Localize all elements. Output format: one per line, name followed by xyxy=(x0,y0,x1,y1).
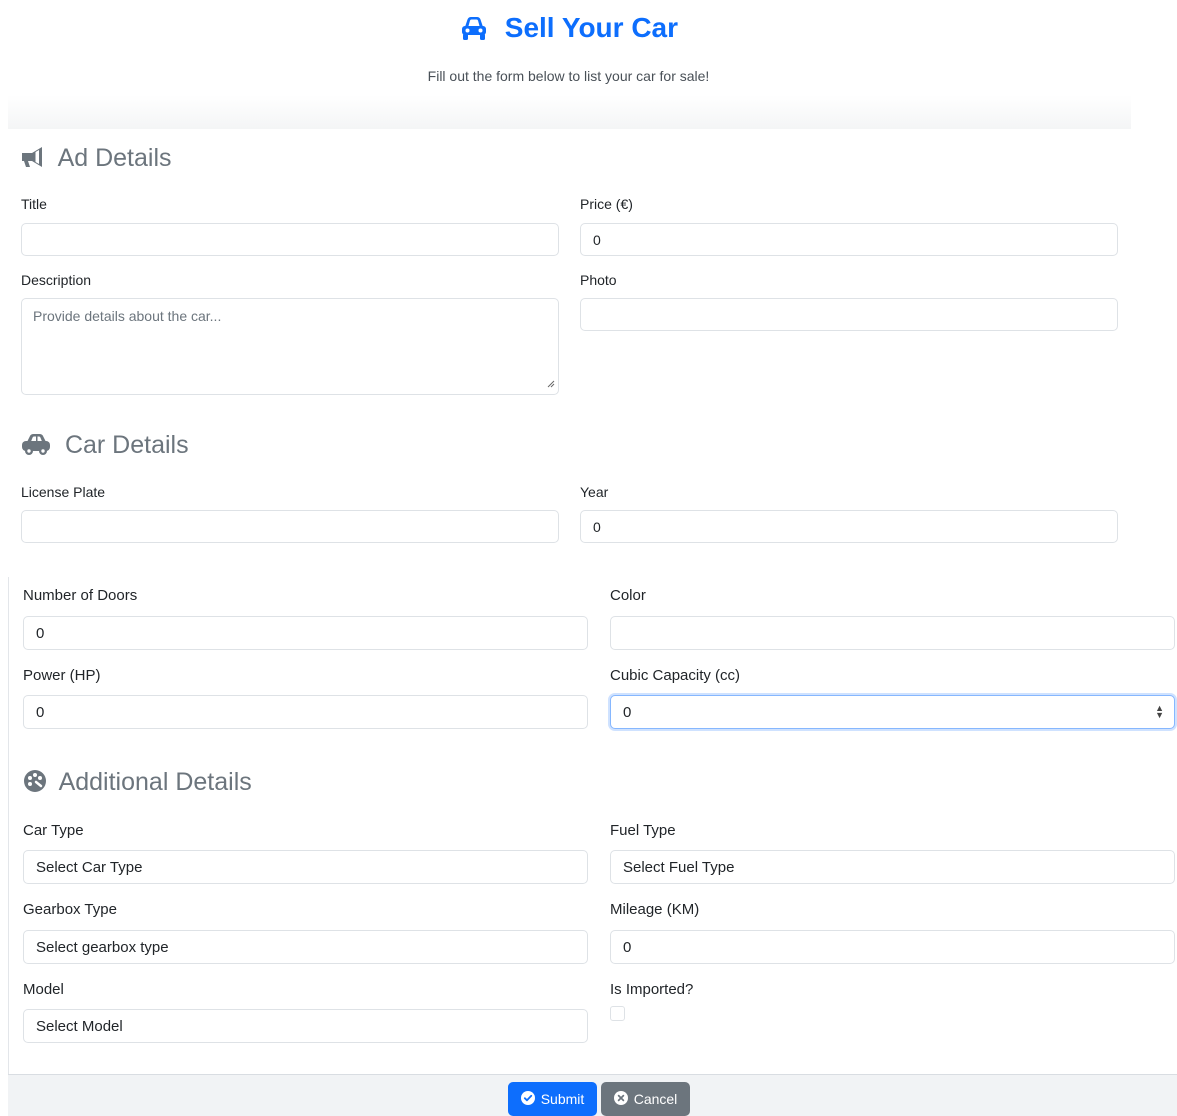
section-car-details-title: Car Details xyxy=(64,431,189,459)
section-ad-details-title: Ad Details xyxy=(57,144,172,172)
cc-value: 0 xyxy=(623,703,632,721)
photo-input[interactable] xyxy=(580,298,1118,331)
megaphone-icon xyxy=(20,144,58,172)
doors-input[interactable]: 0 xyxy=(23,616,588,650)
imported-checkbox[interactable] xyxy=(610,1006,625,1021)
price-label: Price (€) xyxy=(580,196,633,212)
license-plate-input[interactable] xyxy=(21,510,559,543)
description-placeholder: Provide details about the car... xyxy=(33,308,222,324)
year-label: Year xyxy=(580,484,609,500)
license-plate-label: License Plate xyxy=(21,484,106,500)
cc-input[interactable]: 0 ▲ ▼ xyxy=(610,695,1175,729)
header-divider xyxy=(8,95,1131,129)
car-type-select[interactable]: Select Car Type xyxy=(23,850,588,884)
color-label: Color xyxy=(610,587,646,604)
section-divider xyxy=(8,577,9,1074)
check-circle-icon xyxy=(520,1090,535,1108)
gearbox-label: Gearbox Type xyxy=(23,901,117,918)
submit-label: Submit xyxy=(540,1091,585,1107)
x-circle-icon xyxy=(613,1090,628,1108)
power-input[interactable]: 0 xyxy=(23,695,588,729)
mileage-label: Mileage (KM) xyxy=(610,901,700,918)
cc-label: Cubic Capacity (cc) xyxy=(610,667,741,684)
car-type-label: Car Type xyxy=(23,822,84,839)
model-select[interactable]: Select Model xyxy=(23,1009,588,1043)
palette-icon xyxy=(23,768,59,796)
submit-button[interactable]: Submit xyxy=(508,1082,597,1116)
page-title-text: Sell Your Car xyxy=(504,12,679,43)
car-icon xyxy=(20,431,65,459)
fuel-type-select[interactable]: Select Fuel Type xyxy=(610,850,1175,884)
section-ad-details: Ad Details xyxy=(20,142,172,174)
cancel-label: Cancel xyxy=(633,1091,678,1107)
section-car-details: Car Details xyxy=(20,429,189,461)
imported-label: Is Imported? xyxy=(610,981,694,998)
fuel-type-label: Fuel Type xyxy=(610,822,676,839)
model-label: Model xyxy=(23,981,64,998)
doors-label: Number of Doors xyxy=(23,587,138,604)
resize-grip-icon[interactable] xyxy=(547,375,555,391)
year-input[interactable]: 0 xyxy=(580,510,1118,543)
color-input[interactable] xyxy=(610,616,1175,650)
title-input[interactable] xyxy=(21,223,559,256)
gearbox-select[interactable]: Select gearbox type xyxy=(23,930,588,964)
power-label: Power (HP) xyxy=(23,667,101,684)
section-additional-details-title: Additional Details xyxy=(58,768,252,796)
section-additional-details: Additional Details xyxy=(23,766,252,798)
mileage-input[interactable]: 0 xyxy=(610,930,1175,964)
title-label: Title xyxy=(21,196,47,212)
description-textarea[interactable]: Provide details about the car... xyxy=(21,298,559,395)
photo-label: Photo xyxy=(580,272,617,288)
number-spinner-icon[interactable]: ▲ ▼ xyxy=(1155,704,1164,720)
page-subtitle: Fill out the form below to list your car… xyxy=(427,68,710,84)
page-title: Sell Your Car xyxy=(0,8,1137,48)
car-icon xyxy=(459,12,505,43)
price-input[interactable]: 0 xyxy=(580,223,1118,256)
description-label: Description xyxy=(21,272,92,288)
cancel-button[interactable]: Cancel xyxy=(601,1082,690,1116)
